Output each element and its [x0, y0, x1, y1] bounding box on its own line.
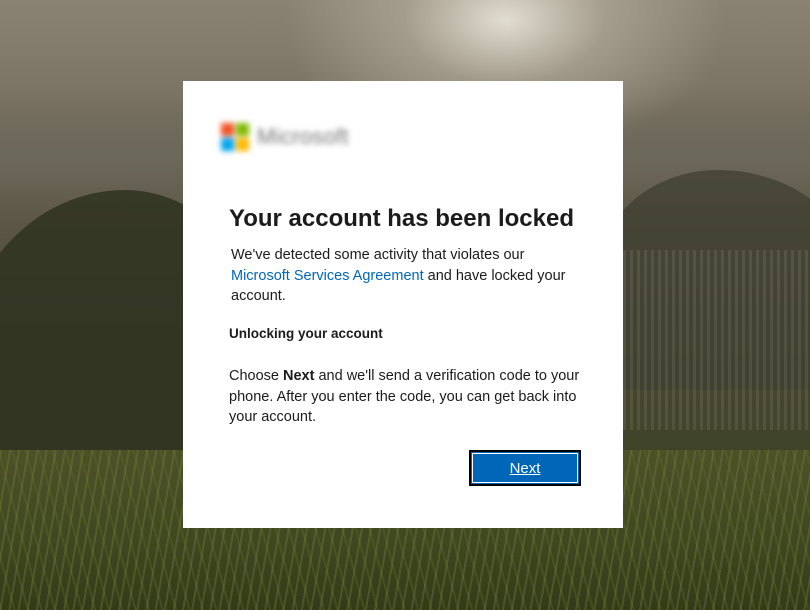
unlock-subheading: Unlocking your account	[229, 326, 383, 341]
page-title: Your account has been locked	[229, 205, 574, 232]
instructions-next-emphasis: Next	[283, 368, 315, 384]
instructions-text-start: Choose	[229, 368, 284, 384]
logo-text: Microsoft	[257, 124, 349, 149]
next-button[interactable]: Next	[469, 450, 581, 486]
logo-square-green	[236, 123, 249, 136]
services-agreement-link[interactable]: Microsoft Services Agreement	[231, 268, 424, 284]
logo-square-blue	[221, 138, 234, 151]
microsoft-logo-icon	[221, 123, 249, 151]
microsoft-logo: Microsoft	[221, 117, 349, 157]
logo-square-red	[221, 123, 234, 136]
lock-description: We've detected some activity that violat…	[231, 245, 571, 307]
description-text-start: We've detected some activity that violat…	[231, 247, 525, 263]
locked-account-dialog: Microsoft Your account has been locked W…	[183, 81, 623, 528]
unlock-instructions: Choose Next and we'll send a verificatio…	[229, 366, 589, 428]
logo-square-yellow	[236, 138, 249, 151]
